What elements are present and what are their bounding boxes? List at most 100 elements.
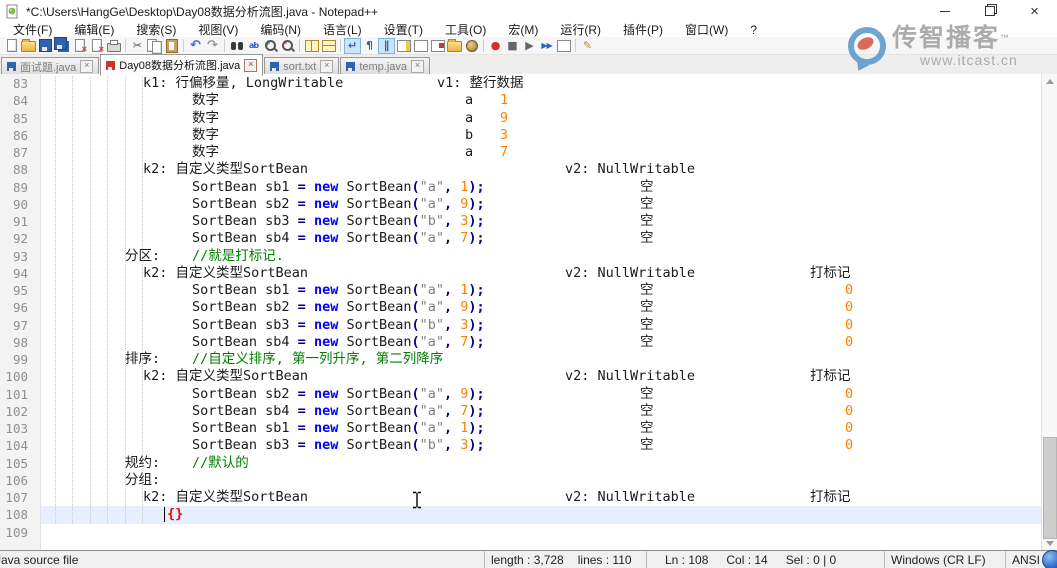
code-line-91[interactable]: SortBean sb3 = new SortBean("b", 3); 空 (0, 213, 1042, 230)
open-file-icon[interactable] (20, 38, 37, 54)
code-line-89[interactable]: SortBean sb1 = new SortBean("a", 1); 空 (0, 179, 1042, 196)
redo-icon[interactable]: ↷ (204, 38, 221, 54)
menu-item-7[interactable]: 工具(O) (434, 21, 497, 38)
customize-toolbar-icon[interactable]: ✎ (579, 38, 596, 54)
document-map-icon[interactable] (412, 38, 429, 54)
close-all-icon[interactable]: × (88, 38, 105, 54)
code-line-87[interactable]: 数字 a 7 (0, 144, 1042, 161)
folder-as-workspace-icon[interactable] (446, 38, 463, 54)
editor-text-area[interactable]: k1: 行偏移量, LongWritable v1: 整行数据 数字 a 1 数字 a 9 数字… (0, 74, 1057, 551)
minimize-button[interactable] (922, 0, 967, 22)
code-line-100[interactable]: k2: 自定义类型SortBean v2: NullWritable 打标记 (0, 368, 1042, 385)
tab-bar: 面试题.java Day08数据分析流图.java sort.txt temp.jav… (0, 54, 1057, 76)
code-line-105[interactable]: 规约://默认的 (0, 455, 1042, 472)
print-icon[interactable] (105, 38, 122, 54)
line-number: 87 (12, 145, 28, 160)
show-all-characters-icon[interactable]: ¶ (361, 38, 378, 54)
menu-item-9[interactable]: 运行(R) (549, 21, 612, 38)
save-all-icon[interactable] (54, 37, 71, 54)
function-list-icon[interactable] (395, 38, 412, 54)
code-line-107[interactable]: k2: 自定义类型SortBean v2: NullWritable 打标记 (0, 489, 1042, 506)
maximize-restore-button[interactable] (967, 0, 1012, 22)
code-line-101[interactable]: SortBean sb2 = new SortBean("a", 9); 空 0 (0, 386, 1042, 403)
code-line-109[interactable] (0, 524, 1042, 541)
menu-item-0[interactable]: 文件(F) (2, 21, 63, 38)
toolbar-separator (183, 39, 184, 52)
document-list-icon[interactable] (429, 38, 446, 54)
tab-Day08数据分析流图.java[interactable]: Day08数据分析流图.java (100, 54, 264, 76)
menu-item-4[interactable]: 编码(N) (249, 21, 312, 38)
close-file-icon[interactable]: × (71, 38, 88, 54)
code-line-92[interactable]: SortBean sb4 = new SortBean("a", 7); 空 (0, 230, 1042, 247)
code-line-99[interactable]: 排序://自定义排序, 第一列升序, 第二列降序 (0, 351, 1042, 368)
save-icon[interactable] (37, 38, 54, 54)
zoom-in-icon[interactable]: + (262, 38, 279, 54)
sync-vertical-icon[interactable] (303, 38, 320, 54)
menu-item-8[interactable]: 宏(M) (497, 21, 549, 38)
tab-close-icon[interactable] (244, 58, 258, 72)
vertical-scrollbar[interactable] (1041, 74, 1057, 551)
zoom-out-icon[interactable]: − (279, 38, 296, 54)
tab-close-icon[interactable] (80, 60, 94, 73)
paste-icon[interactable] (163, 38, 180, 54)
menu-bar: 文件(F) 编辑(E) 搜索(S) 视图(V) 编码(N) 语言(L) 设置(T) 工具(O)… (0, 22, 1057, 37)
menu-item-5[interactable]: 语言(L) (312, 21, 373, 38)
menu-item-2[interactable]: 搜索(S) (125, 21, 187, 38)
scrollbar-thumb[interactable] (1043, 437, 1057, 539)
menu-item-12[interactable]: ? (739, 23, 768, 37)
monitoring-icon[interactable] (463, 38, 480, 54)
menu-item-10[interactable]: 插件(P) (612, 21, 674, 38)
tab-面试题.java[interactable]: 面试题.java (1, 57, 100, 75)
macro-run-multiple-icon[interactable]: ▶▶ (538, 38, 555, 54)
menu-item-6[interactable]: 设置(T) (373, 21, 434, 38)
code-line-86[interactable]: 数字 b 3 (0, 127, 1042, 144)
menu-item-1[interactable]: 编辑(E) (63, 21, 125, 38)
code-line-98[interactable]: SortBean sb4 = new SortBean("a", 7); 空 0 (0, 334, 1042, 351)
code-line-83[interactable]: k1: 行偏移量, LongWritable v1: 整行数据 (0, 75, 1042, 92)
code-line-106[interactable]: 分组: (0, 472, 1042, 489)
macro-play-icon[interactable]: ▶ (521, 38, 538, 54)
line-number: 105 (5, 455, 28, 471)
macro-record-icon[interactable]: ● (487, 38, 504, 54)
status-bar: Java source file length : 3,728 lines : … (0, 550, 1057, 568)
undo-icon[interactable]: ↶ (187, 38, 204, 54)
code-line-96[interactable]: SortBean sb2 = new SortBean("a", 9); 空 0 (0, 299, 1042, 316)
menu-item-11[interactable]: 窗口(W) (674, 21, 739, 38)
word-wrap-icon[interactable]: ↵ (344, 37, 361, 54)
replace-icon[interactable]: ab (245, 38, 262, 54)
code-line-108[interactable]: {} (0, 506, 1042, 523)
tab-close-icon[interactable] (411, 60, 425, 73)
macro-save-icon[interactable] (555, 38, 572, 54)
sync-horizontal-icon[interactable] (320, 38, 337, 54)
line-number: 100 (5, 369, 28, 385)
menu-item-3[interactable]: 视图(V) (187, 21, 249, 38)
tab-label: sort.txt (283, 60, 317, 73)
code-line-103[interactable]: SortBean sb1 = new SortBean("a", 1); 空 0 (0, 420, 1042, 437)
cut-icon[interactable]: ✂ (129, 38, 146, 54)
copy-icon[interactable] (146, 38, 163, 54)
code-line-84[interactable]: 数字 a 1 (0, 92, 1042, 109)
tab-sort.txt[interactable]: sort.txt (264, 57, 340, 75)
code-line-85[interactable]: 数字 a 9 (0, 110, 1042, 127)
code-line-90[interactable]: SortBean sb2 = new SortBean("a", 9); 空 (0, 196, 1042, 213)
scroll-up-arrow-icon[interactable] (1042, 74, 1057, 89)
find-icon[interactable] (228, 38, 245, 54)
close-button[interactable] (1012, 0, 1057, 22)
tab-label: 面试题.java (20, 61, 77, 74)
code-line-88[interactable]: k2: 自定义类型SortBean v2: NullWritable (0, 161, 1042, 178)
scroll-down-arrow-icon[interactable] (1042, 536, 1057, 551)
macro-stop-icon[interactable]: ■ (504, 38, 521, 54)
indent-guide-icon[interactable]: ∥ (378, 37, 395, 54)
code-line-95[interactable]: SortBean sb1 = new SortBean("a", 1); 空 0 (0, 282, 1042, 299)
code-line-93[interactable]: 分区://就是打标记. (0, 248, 1042, 265)
title-bar: *C:\Users\HangGe\Desktop\Day08数据分析流图.jav… (0, 0, 1057, 22)
new-file-icon[interactable] (3, 38, 20, 54)
tab-temp.java[interactable]: temp.java (340, 57, 431, 75)
tab-close-icon[interactable] (320, 60, 334, 73)
code-line-102[interactable]: SortBean sb4 = new SortBean("a", 7); 空 0 (0, 403, 1042, 420)
code-line-94[interactable]: k2: 自定义类型SortBean v2: NullWritable 打标记 (0, 265, 1042, 282)
code-line-97[interactable]: SortBean sb3 = new SortBean("b", 3); 空 0 (0, 317, 1042, 334)
status-line-number: Ln : 108 (665, 552, 709, 567)
line-number: 91 (12, 214, 28, 229)
code-line-104[interactable]: SortBean sb3 = new SortBean("b", 3); 空 0 (0, 437, 1042, 454)
